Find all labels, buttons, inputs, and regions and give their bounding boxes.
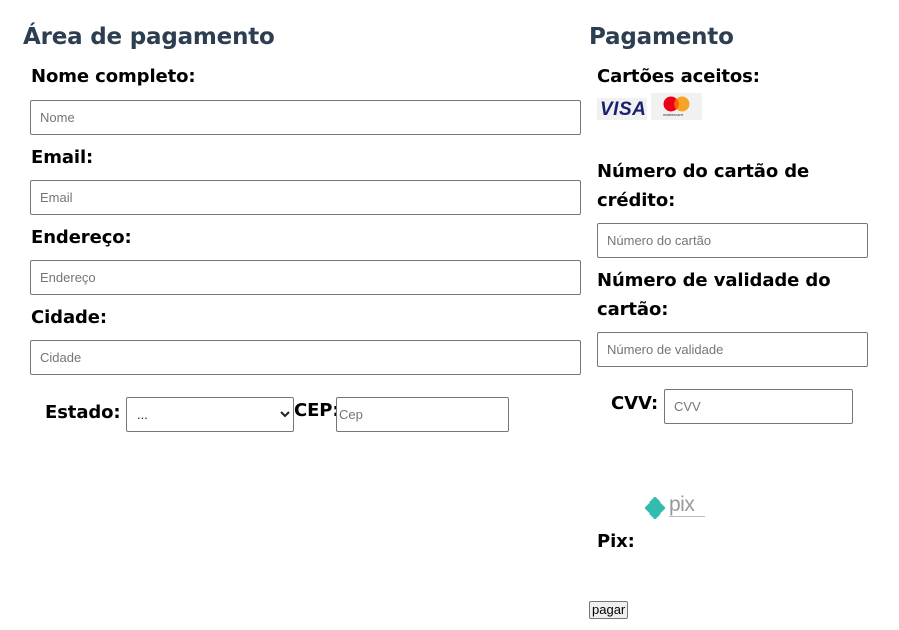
pay-button[interactable]: pagar xyxy=(589,601,629,619)
expiry-label-line2: cartão: xyxy=(597,299,669,320)
state-label: Estado: xyxy=(45,402,121,423)
visa-text: VISA xyxy=(600,99,647,120)
cvv-input[interactable] xyxy=(664,389,853,424)
pix-label: Pix: xyxy=(597,531,635,552)
city-label: Cidade: xyxy=(31,307,108,328)
zip-label: CEP: xyxy=(294,400,340,421)
name-input[interactable] xyxy=(30,100,581,135)
zip-input[interactable] xyxy=(336,397,509,432)
expiry-label-line1: Número de validade do xyxy=(597,270,831,291)
mastercard-text: mastercard xyxy=(663,112,684,117)
payment-area-title: Área de pagamento xyxy=(23,24,275,50)
name-label: Nome completo: xyxy=(31,66,196,87)
card-number-input[interactable] xyxy=(597,223,868,258)
visa-icon: VISA xyxy=(597,98,647,120)
mastercard-icon: mastercard xyxy=(651,93,702,120)
state-select[interactable]: ... xyxy=(126,397,294,432)
accepted-cards-label: Cartões aceitos: xyxy=(597,66,760,87)
expiry-label: Número de validade do cartão: xyxy=(597,266,831,324)
pix-logo-text: pix xyxy=(669,493,695,516)
email-label: Email: xyxy=(31,147,94,168)
pix-icon: pix xyxy=(645,493,707,520)
cvv-label: CVV: xyxy=(611,393,659,414)
address-label: Endereço: xyxy=(31,227,132,248)
card-number-label-line2: crédito: xyxy=(597,190,676,211)
card-number-label-line1: Número do cartão de xyxy=(597,161,810,182)
pix-logo-underline xyxy=(669,516,705,517)
payment-title: Pagamento xyxy=(589,24,734,50)
card-number-label: Número do cartão de crédito: xyxy=(597,157,809,215)
address-input[interactable] xyxy=(30,260,581,295)
expiry-input[interactable] xyxy=(597,332,868,367)
email-input[interactable] xyxy=(30,180,581,215)
city-input[interactable] xyxy=(30,340,581,375)
